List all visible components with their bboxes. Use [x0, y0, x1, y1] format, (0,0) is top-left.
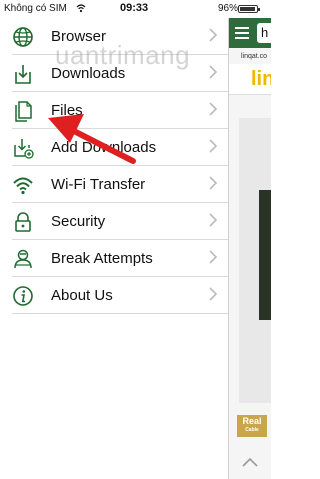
url-field[interactable]: h — [257, 23, 271, 43]
hamburger-icon[interactable] — [235, 27, 249, 39]
lock-icon — [15, 212, 31, 232]
browser-toolbar: h — [229, 18, 271, 48]
product-tag-label: Real — [242, 416, 262, 426]
menu-item-break-attempts[interactable]: Break Attempts — [12, 240, 228, 277]
chevron-right-icon — [209, 213, 218, 227]
menu-item-about-us[interactable]: About Us — [12, 277, 228, 314]
menu-item-label: Files — [51, 102, 83, 119]
menu-item-wifi-transfer[interactable]: Wi-Fi Transfer — [12, 166, 228, 203]
battery-icon — [238, 5, 260, 13]
status-time: 09:33 — [120, 2, 149, 14]
menu-item-label: Add Downloads — [51, 139, 157, 156]
battery-percent: 96% — [218, 3, 239, 14]
download-icon — [15, 65, 31, 84]
menu-item-add-downloads[interactable]: Add Downloads — [12, 129, 228, 166]
chevron-up-icon[interactable] — [241, 456, 259, 468]
chevron-right-icon — [209, 176, 218, 190]
add-download-icon — [14, 139, 34, 159]
menu-item-label: Break Attempts — [51, 250, 153, 267]
product-tag-sub: Cable — [245, 427, 259, 433]
site-domain: linqat.co — [241, 53, 268, 60]
menu-item-files[interactable]: Files — [12, 92, 228, 129]
chevron-right-icon — [209, 102, 218, 116]
chevron-right-icon — [209, 28, 218, 42]
menu-item-security[interactable]: Security — [12, 203, 228, 240]
carrier-label: Không có SIM — [4, 3, 67, 14]
status-bar: Không có SIM 09:33 96% — [0, 0, 270, 18]
info-icon — [13, 286, 33, 306]
wifi-icon — [13, 177, 33, 195]
browser-pane[interactable]: h linqat.co lin Real Cable — [228, 18, 271, 479]
chevron-right-icon — [209, 250, 218, 264]
site-banner: lin — [229, 64, 271, 95]
chevron-right-icon — [209, 287, 218, 301]
watermark-text: uantrimang — [55, 40, 191, 70]
intruder-icon — [14, 249, 32, 269]
menu-item-label: Security — [51, 213, 106, 230]
globe-icon — [13, 27, 33, 47]
chevron-right-icon — [209, 139, 218, 153]
site-logo: lin — [251, 68, 271, 90]
menu-item-label: About Us — [51, 287, 113, 304]
chevron-right-icon — [209, 65, 218, 79]
wifi-status-icon — [76, 4, 86, 13]
content-image — [259, 190, 271, 320]
product-tag[interactable]: Real Cable — [237, 415, 267, 437]
menu-item-label: Wi-Fi Transfer — [51, 176, 146, 193]
files-icon — [15, 101, 32, 122]
